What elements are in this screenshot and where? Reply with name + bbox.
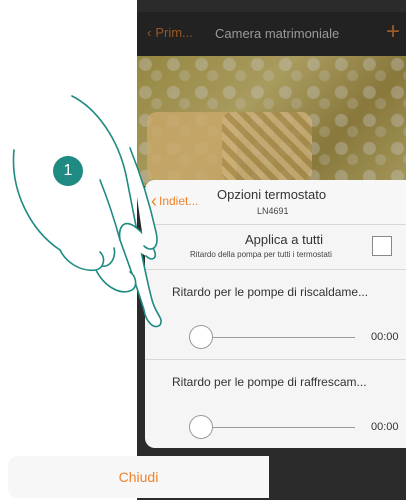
sheet-title: Opzioni termostato xyxy=(217,187,327,202)
page-title: Camera matrimoniale xyxy=(215,26,340,41)
cooling-delay-row: Ritardo per le pompe di raffrescam... 00… xyxy=(145,360,406,448)
close-button[interactable]: Chiudi xyxy=(8,456,269,498)
heating-delay-slider-track[interactable] xyxy=(195,337,355,338)
nav-back-button[interactable]: ‹ Prim... xyxy=(147,25,193,40)
heating-delay-value: 00:00 xyxy=(371,331,399,343)
step-number-badge: 1 xyxy=(53,156,83,186)
room-photo-pillow xyxy=(222,112,312,182)
apply-all-title: Applica a tutti xyxy=(245,232,324,247)
sheet-subtitle: LN4691 xyxy=(257,206,289,216)
heating-delay-slider-knob[interactable] xyxy=(189,325,213,349)
heating-delay-label: Ritardo per le pompe di riscaldame... xyxy=(172,285,369,299)
sheet-header: ‹ Indiet... Opzioni termostato LN4691 xyxy=(145,180,406,225)
cooling-delay-slider-track[interactable] xyxy=(195,427,355,428)
chevron-left-icon: ‹ xyxy=(147,25,152,40)
cooling-delay-slider-knob[interactable] xyxy=(189,415,213,439)
nav-back-label: Prim... xyxy=(155,25,193,40)
cooling-delay-label: Ritardo per le pompe di raffrescam... xyxy=(172,375,367,389)
cooling-delay-value: 00:00 xyxy=(371,421,399,433)
apply-all-description: Ritardo della pompa per tutti i termosta… xyxy=(190,250,332,259)
apply-all-checkbox[interactable] xyxy=(372,236,392,256)
back-button[interactable]: ‹ Indiet... xyxy=(151,191,199,211)
add-icon[interactable]: + xyxy=(386,18,400,46)
app-screen: ‹ Prim... Camera matrimoniale + ‹ Indiet… xyxy=(137,0,406,500)
back-label: Indiet... xyxy=(159,194,199,208)
heating-delay-row: Ritardo per le pompe di riscaldame... 00… xyxy=(145,270,406,360)
thermostat-options-sheet: ‹ Indiet... Opzioni termostato LN4691 Ap… xyxy=(145,180,406,448)
chevron-left-icon: ‹ xyxy=(151,191,157,211)
top-navbar: ‹ Prim... Camera matrimoniale + xyxy=(137,12,406,56)
apply-all-row[interactable]: Applica a tutti Ritardo della pompa per … xyxy=(145,225,406,270)
